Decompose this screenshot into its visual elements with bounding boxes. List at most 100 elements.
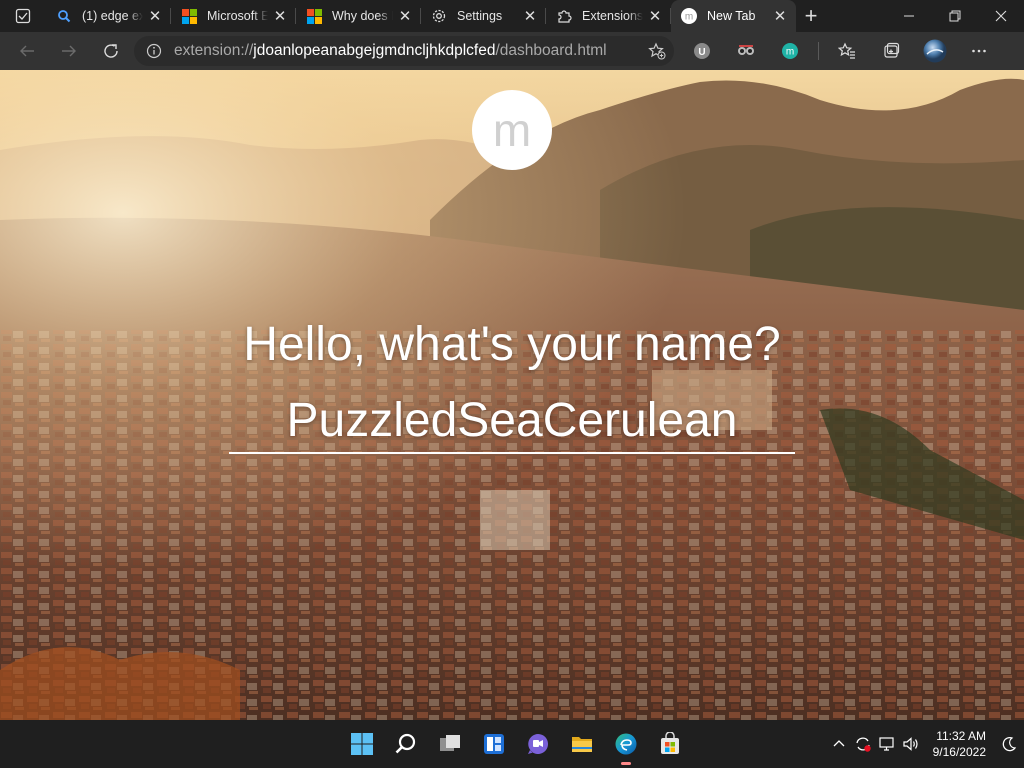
tab-title: Microsoft Edge Add-ons [207, 9, 268, 23]
restore-icon [949, 10, 961, 22]
close-icon [995, 10, 1007, 22]
favorites-icon [838, 42, 855, 59]
windows-taskbar: 11:32 AM 9/16/2022 [0, 720, 1024, 768]
name-field-wrapper [229, 388, 795, 456]
settings-more-button[interactable] [957, 32, 1001, 70]
momentum-logo: m [472, 90, 552, 170]
tab-close-button[interactable]: ✕ [147, 7, 163, 25]
store-button[interactable] [648, 720, 692, 768]
clock-time: 11:32 AM [936, 729, 986, 743]
sync-icon [855, 737, 871, 752]
teams-chat-icon [528, 734, 548, 754]
clock[interactable]: 11:32 AM 9/16/2022 [923, 728, 994, 760]
tab-close-button[interactable]: ✕ [647, 7, 663, 25]
search-icon [56, 8, 72, 24]
momentum-extension-button[interactable]: m [768, 32, 812, 70]
minimize-icon [904, 15, 914, 17]
store-icon [661, 732, 679, 754]
tab-settings[interactable]: Settings ✕ [421, 0, 546, 32]
tab-extensions[interactable]: Extensions ✕ [546, 0, 671, 32]
taskbar-apps [340, 720, 692, 768]
browser-toolbar: extension://jdoanlopeanabgejgmdncljhkdpl… [0, 32, 1024, 70]
network-button[interactable] [875, 720, 899, 768]
info-icon[interactable] [146, 43, 162, 59]
edge-icon [615, 733, 637, 755]
name-input[interactable] [229, 388, 795, 454]
show-hidden-icons-button[interactable] [827, 720, 851, 768]
system-tray: 11:32 AM 9/16/2022 [827, 720, 1024, 768]
taskbar-search-button[interactable] [384, 720, 428, 768]
task-view-button[interactable] [428, 720, 472, 768]
tab-actions-button[interactable] [0, 0, 46, 32]
more-icon [972, 49, 986, 53]
favorites-button[interactable] [825, 32, 869, 70]
refresh-icon [104, 44, 118, 58]
svg-text:m: m [685, 12, 693, 23]
widgets-button[interactable] [472, 720, 516, 768]
url-path: /dashboard.html [495, 42, 607, 59]
new-tab-page: m Hello, what's your name? [0, 70, 1024, 720]
spy-extension-button[interactable] [724, 32, 768, 70]
teams-chat-button[interactable] [516, 720, 560, 768]
task-view-icon [440, 735, 460, 751]
address-url[interactable]: extension://jdoanlopeanabgejgmdncljhkdpl… [174, 42, 648, 60]
refresh-button[interactable] [90, 32, 132, 70]
svg-text:U: U [698, 47, 705, 58]
profile-button[interactable] [913, 32, 957, 70]
volume-button[interactable] [899, 720, 923, 768]
tab-title: (1) edge extensions [82, 9, 143, 23]
chevron-up-icon [833, 740, 845, 747]
tab-close-button[interactable]: ✕ [397, 7, 413, 25]
file-explorer-button[interactable] [560, 720, 604, 768]
ublock-extension-button[interactable]: U [680, 32, 724, 70]
volume-icon [903, 737, 918, 751]
ublock-extension-icon: U [694, 43, 710, 59]
spy-extension-icon [738, 45, 754, 55]
network-icon [879, 737, 894, 751]
collections-button[interactable] [869, 32, 913, 70]
sync-status-button[interactable] [851, 720, 875, 768]
start-button[interactable] [340, 720, 384, 768]
avatar [923, 39, 947, 63]
momentum-extension-icon: m [782, 43, 798, 59]
tab-new-tab[interactable]: m New Tab ✕ [671, 0, 796, 32]
minimize-button[interactable] [886, 0, 932, 32]
tab-strip: (1) edge extensions ✕ Microsoft Edge Add… [0, 0, 1024, 32]
address-bar[interactable]: extension://jdoanlopeanabgejgmdncljhkdpl… [134, 36, 674, 66]
tab-close-button[interactable]: ✕ [772, 7, 788, 25]
microsoft-logo-icon [181, 8, 197, 24]
edge-taskbar-button[interactable] [604, 720, 648, 768]
clock-date: 9/16/2022 [932, 745, 986, 759]
microsoft-logo-icon [306, 8, 322, 24]
add-favorite-icon[interactable] [648, 42, 666, 60]
greeting-prompt: Hello, what's your name? [243, 318, 781, 371]
tab-close-button[interactable]: ✕ [522, 7, 538, 25]
close-window-button[interactable] [978, 0, 1024, 32]
back-arrow-icon [20, 45, 34, 57]
forward-button[interactable] [48, 32, 90, 70]
svg-text:m: m [786, 47, 794, 58]
back-button[interactable] [6, 32, 48, 70]
tab-title: Settings [457, 9, 503, 23]
window-controls [886, 0, 1024, 32]
url-host: jdoanlopeanabgejgmdncljhkdplcfed [253, 42, 496, 59]
tab-title: Extensions [582, 9, 643, 23]
file-explorer-icon [572, 737, 592, 752]
collections-icon [884, 42, 900, 58]
tab-microsoft-edge-addons[interactable]: Microsoft Edge Add-ons ✕ [171, 0, 296, 32]
widgets-icon [484, 734, 504, 754]
forward-arrow-icon [62, 45, 76, 57]
puzzle-icon [556, 8, 572, 24]
new-tab-button[interactable]: + [796, 0, 826, 32]
tab-actions-icon [15, 8, 31, 24]
tab-why-does-microsoft[interactable]: Why does Microsoft Edge ✕ [296, 0, 421, 32]
toolbar-separator [818, 42, 819, 60]
tab-title: New Tab [707, 9, 756, 23]
notifications-button[interactable] [994, 720, 1024, 768]
tab-title: Why does Microsoft Edge [332, 9, 393, 23]
url-scheme: extension:// [174, 42, 254, 59]
tab-edge-extensions-search[interactable]: (1) edge extensions ✕ [46, 0, 171, 32]
restore-button[interactable] [932, 0, 978, 32]
tab-close-button[interactable]: ✕ [272, 7, 288, 25]
momentum-icon: m [681, 8, 697, 24]
